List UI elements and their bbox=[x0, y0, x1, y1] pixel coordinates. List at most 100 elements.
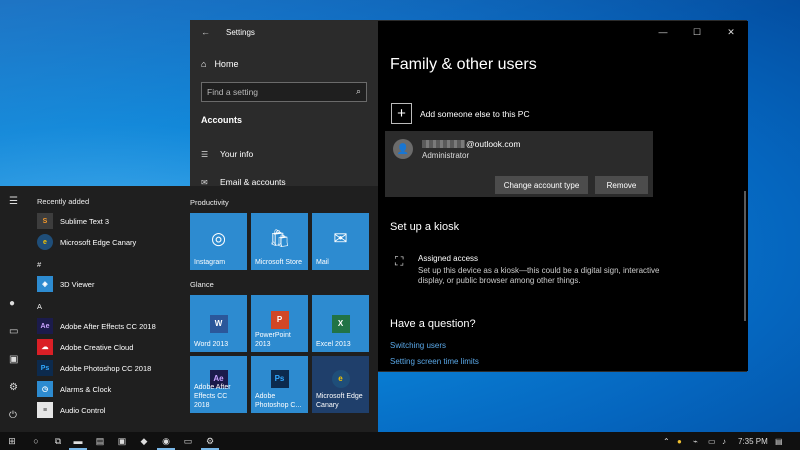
edge-canary-icon: e bbox=[37, 234, 53, 250]
app-label: Sublime Text 3 bbox=[60, 216, 110, 226]
tray-app-icon[interactable]: ● bbox=[677, 432, 682, 450]
maximize-button[interactable]: ☐ bbox=[680, 21, 714, 43]
messaging-app-icon[interactable]: ▣ bbox=[110, 432, 134, 450]
creative-cloud-icon: ☁ bbox=[37, 339, 53, 355]
hash-section-header: # bbox=[37, 260, 42, 269]
tile-powerpoint[interactable]: P PowerPoint 2013 bbox=[251, 295, 308, 352]
app-alarms-clock[interactable]: ◷ Alarms & Clock bbox=[37, 381, 111, 397]
app-photoshop[interactable]: Ps Adobe Photoshop CC 2018 bbox=[37, 360, 151, 376]
start-rail: ☰ ● ▭ ▣ ⚙ ⏻ bbox=[0, 186, 30, 433]
after-effects-icon: Ae bbox=[37, 318, 53, 334]
taskbar: ⊞ ○ ⧉ ▬ ▤ ▣ ◆ ◉ ▭ ⚙ ⌃ ● ⌁ ▭ ♪ 7:35 PM ▤ bbox=[0, 432, 800, 450]
tile-label: PowerPoint 2013 bbox=[255, 332, 291, 348]
tile-photoshop[interactable]: Ps Adobe Photoshop C... bbox=[251, 356, 308, 413]
remove-button[interactable]: Remove bbox=[595, 176, 648, 194]
volume-icon[interactable]: ♪ bbox=[722, 432, 726, 450]
tile-label: Excel 2013 bbox=[316, 341, 351, 348]
app-label: Audio Control bbox=[60, 405, 106, 415]
nav-item-label: Your info bbox=[220, 149, 254, 159]
add-someone-label: Add someone else to this PC bbox=[420, 108, 530, 119]
app-label: Adobe Creative Cloud bbox=[60, 342, 134, 352]
taskbar-app-icon[interactable]: ◆ bbox=[132, 432, 156, 450]
switching-users-link[interactable]: Switching users bbox=[390, 341, 446, 350]
avatar: 👤 bbox=[393, 139, 413, 159]
tile-label: Adobe Photoshop C... bbox=[255, 393, 302, 409]
tile-word[interactable]: W Word 2013 bbox=[190, 295, 247, 352]
change-account-type-button[interactable]: Change account type bbox=[495, 176, 588, 194]
start-button-windows-icon[interactable]: ⊞ bbox=[0, 432, 24, 450]
clock[interactable]: 7:35 PM bbox=[738, 432, 768, 450]
close-button[interactable]: ✕ bbox=[714, 21, 748, 43]
a-section-header: A bbox=[37, 302, 43, 311]
action-center-icon[interactable]: ▤ bbox=[775, 432, 783, 450]
window-title: Settings bbox=[226, 28, 255, 37]
photoshop-icon: Ps bbox=[270, 369, 289, 388]
account-role: Administrator bbox=[422, 151, 470, 160]
settings-gear-icon[interactable]: ⚙ bbox=[9, 382, 18, 393]
account-email: @outlook.com bbox=[422, 139, 520, 149]
tile-after-effects[interactable]: Ae Adobe After Effects CC 2018 bbox=[190, 356, 247, 413]
tile-instagram[interactable]: ◎ Instagram bbox=[190, 213, 247, 270]
app-label: Microsoft Edge Canary bbox=[60, 237, 137, 247]
app-label: Alarms & Clock bbox=[60, 384, 112, 394]
app-label: Adobe After Effects CC 2018 bbox=[60, 321, 156, 331]
instagram-icon: ◎ bbox=[211, 229, 226, 248]
tile-edge-canary[interactable]: e Microsoft Edge Canary bbox=[312, 356, 369, 413]
app-label: 3D Viewer bbox=[60, 279, 95, 289]
tile-microsoft-store[interactable]: 🛍 Microsoft Store bbox=[251, 213, 308, 270]
scrollbar[interactable] bbox=[744, 191, 746, 321]
app-sublime-text[interactable]: S Sublime Text 3 bbox=[37, 213, 109, 229]
add-someone-button[interactable]: + Add someone else to this PC bbox=[391, 103, 530, 124]
taskbar-app-icon[interactable]: ▤ bbox=[88, 432, 112, 450]
app-after-effects[interactable]: Ae Adobe After Effects CC 2018 bbox=[37, 318, 156, 334]
battery-icon[interactable]: ▭ bbox=[708, 432, 716, 450]
chrome-icon[interactable]: ◉ bbox=[154, 432, 178, 450]
person-card-icon: ☰ bbox=[201, 149, 209, 159]
sublime-text-icon: S bbox=[37, 213, 53, 229]
assigned-access-link[interactable]: Assigned access bbox=[418, 254, 478, 263]
nav-section-title: Accounts bbox=[201, 115, 243, 125]
group-glance: Glance bbox=[190, 280, 214, 289]
app-edge-canary[interactable]: e Microsoft Edge Canary bbox=[37, 234, 136, 250]
tile-label: Microsoft Edge Canary bbox=[316, 393, 363, 409]
documents-icon[interactable]: ▭ bbox=[9, 326, 18, 337]
minimize-button[interactable]: — bbox=[646, 21, 680, 43]
app-audio-control[interactable]: ≡ Audio Control bbox=[37, 402, 105, 418]
settings-content: — ☐ ✕ Family & other users + Add someone… bbox=[378, 21, 748, 371]
nav-item-your-info[interactable]: ☰ Your info bbox=[201, 149, 253, 159]
cortana-circle-icon[interactable]: ○ bbox=[24, 432, 48, 450]
back-arrow-icon[interactable]: ← bbox=[201, 27, 210, 37]
user-account-icon[interactable]: ● bbox=[9, 298, 15, 309]
notepad-icon[interactable]: ▭ bbox=[176, 432, 200, 450]
tile-mail[interactable]: ✉ Mail bbox=[312, 213, 369, 270]
nav-home-label: Home bbox=[214, 59, 239, 69]
app-list: Recently added S Sublime Text 3 e Micros… bbox=[31, 186, 181, 433]
tile-label: Word 2013 bbox=[194, 341, 229, 348]
photoshop-icon: Ps bbox=[37, 360, 53, 376]
audio-control-icon: ≡ bbox=[37, 402, 53, 418]
window-controls: — ☐ ✕ bbox=[646, 21, 748, 43]
mail-icon: ✉ bbox=[333, 229, 348, 248]
file-explorer-icon[interactable]: ▬ bbox=[66, 432, 90, 450]
app-creative-cloud[interactable]: ☁ Adobe Creative Cloud bbox=[37, 339, 133, 355]
account-card[interactable]: 👤 @outlook.com Administrator Change acco… bbox=[385, 131, 653, 197]
search-input[interactable]: Find a setting ⌕ bbox=[201, 82, 367, 102]
search-icon[interactable]: ⌕ bbox=[356, 86, 361, 97]
powerpoint-icon: P bbox=[270, 310, 289, 329]
tile-label: Adobe After Effects CC 2018 bbox=[194, 384, 231, 409]
kiosk-description: Set up this device as a kiosk—this could… bbox=[418, 266, 660, 285]
pictures-icon[interactable]: ▣ bbox=[9, 354, 18, 365]
hamburger-menu-icon[interactable]: ☰ bbox=[9, 196, 18, 207]
network-icon[interactable]: ⌁ bbox=[693, 432, 698, 450]
app-3d-viewer[interactable]: ◈ 3D Viewer bbox=[37, 276, 94, 292]
word-icon: W bbox=[209, 314, 228, 333]
kiosk-sign-icon: ⛶ bbox=[395, 254, 404, 268]
group-productivity: Productivity bbox=[190, 198, 229, 207]
edge-canary-icon: e bbox=[331, 369, 350, 388]
power-icon[interactable]: ⏻ bbox=[9, 410, 17, 421]
show-hidden-icons-chevron-icon[interactable]: ⌃ bbox=[663, 432, 670, 450]
tile-excel[interactable]: X Excel 2013 bbox=[312, 295, 369, 352]
nav-home[interactable]: ⌂ Home bbox=[201, 59, 238, 69]
screen-time-link[interactable]: Setting screen time limits bbox=[390, 357, 479, 366]
settings-gear-icon[interactable]: ⚙ bbox=[198, 432, 222, 450]
